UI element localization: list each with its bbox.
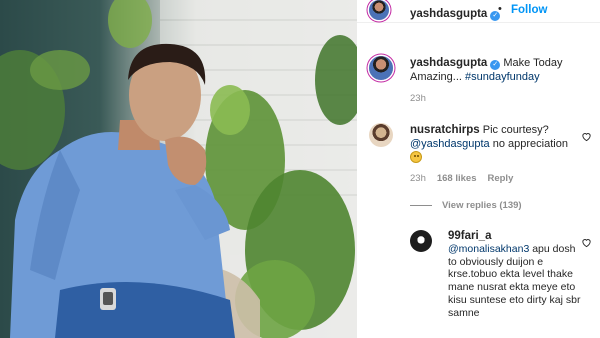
comment-avatar[interactable]	[369, 123, 393, 147]
view-replies-toggle[interactable]: View replies (139)	[410, 200, 522, 211]
view-replies-label[interactable]: View replies (139)	[442, 200, 522, 211]
comment-mention[interactable]: @yashdasgupta	[410, 138, 490, 150]
post-photo-illustration	[0, 0, 357, 338]
reply-avatar[interactable]	[410, 230, 432, 252]
comment-text: Pic courtesy?	[482, 124, 549, 136]
divider	[410, 205, 432, 206]
reply-mention[interactable]: @monalisakhan3	[448, 243, 529, 255]
post-caption: yashdasgupta ✓ Make Today Amazing... #sun…	[410, 56, 590, 84]
comment-meta: 23h 168 likes Reply	[410, 173, 513, 184]
post-header: yashdasgupta ✓ • Follow	[357, 0, 600, 23]
caption-username[interactable]: yashdasgupta	[410, 57, 487, 69]
caption-avatar[interactable]	[369, 56, 393, 80]
comment-likes[interactable]: 168 likes	[437, 173, 477, 184]
post-photo[interactable]	[0, 0, 357, 338]
reply-item: 99fari_a @monalisakhan3 apu dosh to obvi…	[448, 230, 582, 320]
comment-text-after: no appreciation	[492, 138, 568, 150]
header-username[interactable]: yashdasgupta	[410, 8, 487, 20]
reply-username[interactable]: 99fari_a	[448, 230, 491, 242]
reply-button[interactable]: Reply	[487, 173, 513, 184]
disappointed-face-emoji	[410, 151, 422, 163]
caption-hashtag[interactable]: #sundayfunday	[465, 71, 540, 83]
header-user: yashdasgupta ✓	[410, 4, 501, 22]
comment-username[interactable]: nusratchirps	[410, 124, 480, 136]
profile-avatar[interactable]	[369, 0, 389, 20]
caption-timestamp[interactable]: 23h	[410, 93, 426, 104]
heart-outline-icon[interactable]	[581, 129, 592, 142]
comment-timestamp[interactable]: 23h	[410, 173, 426, 184]
post-side-panel: yashdasgupta ✓ • Follow yashdasgupta ✓ Mak…	[357, 0, 600, 338]
comment-item: nusratchirps Pic courtesy? @yashdasgupta…	[410, 123, 582, 165]
heart-outline-icon[interactable]	[581, 235, 592, 248]
verified-badge-icon: ✓	[490, 60, 501, 70]
header-separator: •	[498, 3, 502, 15]
follow-button[interactable]: Follow	[511, 4, 547, 16]
